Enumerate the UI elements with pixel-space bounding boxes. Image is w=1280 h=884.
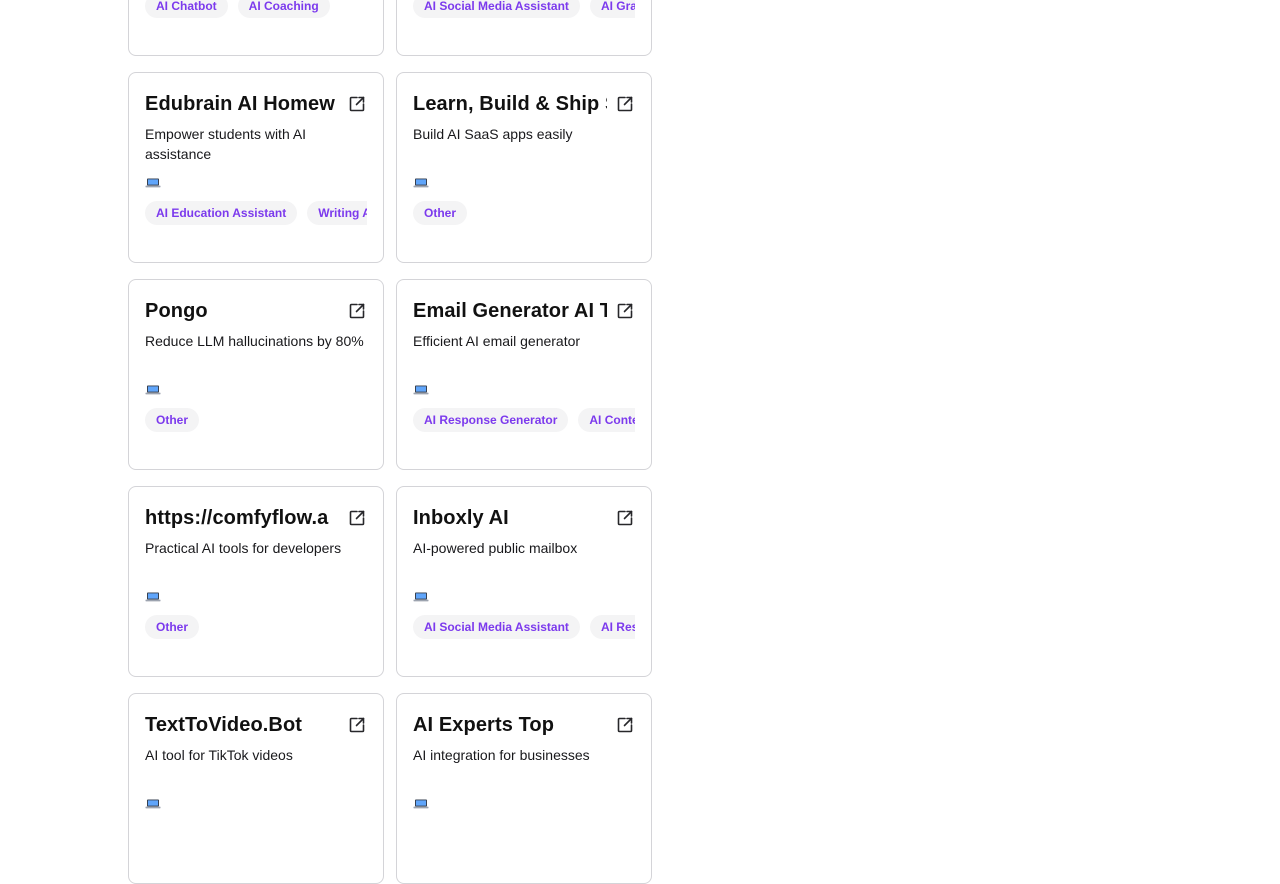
tag-list: AI Response Generator AI Conte xyxy=(413,408,635,432)
tag-list: AI Chatbot AI Coaching xyxy=(145,0,367,18)
card-header: AI Experts Top xyxy=(413,711,635,739)
card-header: Inboxly AI xyxy=(413,504,635,532)
tool-card[interactable]: Edubrain AI Homew Empower students with A… xyxy=(128,72,384,263)
card-description: Empower students with AI assistance xyxy=(145,126,307,162)
external-link-icon[interactable] xyxy=(615,301,635,321)
tag-chip[interactable]: AI Gra xyxy=(589,0,635,18)
laptop-icon xyxy=(145,385,367,395)
tool-card[interactable]: AI Social Media Assistant AI Gra xyxy=(396,0,652,56)
tag-list: AI Social Media Assistant AI Res xyxy=(413,615,635,639)
card-title[interactable]: https://comfyflow.a xyxy=(145,507,339,530)
external-link-icon[interactable] xyxy=(347,94,367,114)
tool-card[interactable]: TextToVideo.Bot AI tool for TikTok videos xyxy=(128,693,384,884)
laptop-icon xyxy=(145,178,367,188)
tag-chip[interactable]: AI Social Media Assistant xyxy=(413,0,580,18)
card-title[interactable]: Learn, Build & Ship S xyxy=(413,93,607,116)
laptop-icon xyxy=(145,592,367,602)
card-description: Reduce LLM hallucinations by 80% xyxy=(145,333,364,349)
tool-card[interactable]: Learn, Build & Ship S Build AI SaaS apps … xyxy=(396,72,652,263)
card-header: Edubrain AI Homew xyxy=(145,90,367,118)
tag-chip[interactable]: AI Response Generator xyxy=(413,408,569,432)
laptop-icon xyxy=(145,799,367,809)
external-link-icon[interactable] xyxy=(615,94,635,114)
tool-card[interactable]: Inboxly AI AI-powered public mailbox AI So… xyxy=(396,486,652,677)
tag-chip[interactable]: AI Res xyxy=(589,615,635,639)
card-description: AI-powered public mailbox xyxy=(413,540,578,556)
laptop-icon xyxy=(413,799,635,809)
card-header: Pongo xyxy=(145,297,367,325)
card-title[interactable]: Edubrain AI Homew xyxy=(145,93,339,116)
tool-card[interactable]: Pongo Reduce LLM hallucinations by 80% Oth… xyxy=(128,279,384,470)
external-link-icon[interactable] xyxy=(615,508,635,528)
card-description: AI integration for businesses xyxy=(413,747,590,763)
tag-list: Other xyxy=(145,408,367,432)
tag-chip[interactable]: AI Conte xyxy=(578,408,635,432)
card-title[interactable]: Email Generator AI T xyxy=(413,300,607,323)
tag-chip[interactable]: Other xyxy=(145,615,200,639)
tag-chip[interactable]: Other xyxy=(413,201,468,225)
laptop-icon xyxy=(413,178,635,188)
card-header: TextToVideo.Bot xyxy=(145,711,367,739)
card-header: Email Generator AI T xyxy=(413,297,635,325)
tag-chip[interactable]: AI Social Media Assistant xyxy=(413,615,580,639)
card-description: Practical AI tools for developers xyxy=(145,540,342,556)
card-header: Learn, Build & Ship S xyxy=(413,90,635,118)
card-title[interactable]: TextToVideo.Bot xyxy=(145,714,339,737)
laptop-icon xyxy=(413,385,635,395)
tag-chip[interactable]: AI Coaching xyxy=(237,0,330,18)
external-link-icon[interactable] xyxy=(347,301,367,321)
external-link-icon[interactable] xyxy=(347,715,367,735)
tag-chip[interactable]: AI Education Assistant xyxy=(145,201,298,225)
tag-list: AI Social Media Assistant AI Gra xyxy=(413,0,635,18)
tool-card[interactable]: AI Experts Top AI integration for busines… xyxy=(396,693,652,884)
tool-card[interactable]: Email Generator AI T Efficient AI email g… xyxy=(396,279,652,470)
tag-chip[interactable]: Writing A xyxy=(307,201,367,225)
external-link-icon[interactable] xyxy=(347,508,367,528)
card-description: Build AI SaaS apps easily xyxy=(413,126,573,142)
tag-list: Other xyxy=(413,201,635,225)
tag-list: Other xyxy=(145,615,367,639)
card-description: Efficient AI email generator xyxy=(413,333,581,349)
tool-card[interactable]: AI Chatbot AI Coaching xyxy=(128,0,384,56)
card-title[interactable]: Pongo xyxy=(145,300,339,323)
card-title[interactable]: AI Experts Top xyxy=(413,714,607,737)
tool-card[interactable]: https://comfyflow.a Practical AI tools fo… xyxy=(128,486,384,677)
card-header: https://comfyflow.a xyxy=(145,504,367,532)
tag-chip[interactable]: Other xyxy=(145,408,200,432)
tools-grid: AI Chatbot AI Coaching AI Social Media Ass… xyxy=(128,0,652,884)
tag-chip[interactable]: AI Chatbot xyxy=(145,0,228,18)
card-title[interactable]: Inboxly AI xyxy=(413,507,607,530)
tag-list: AI Education Assistant Writing A xyxy=(145,201,367,225)
card-description: AI tool for TikTok videos xyxy=(145,747,293,763)
laptop-icon xyxy=(413,592,635,602)
external-link-icon[interactable] xyxy=(615,715,635,735)
